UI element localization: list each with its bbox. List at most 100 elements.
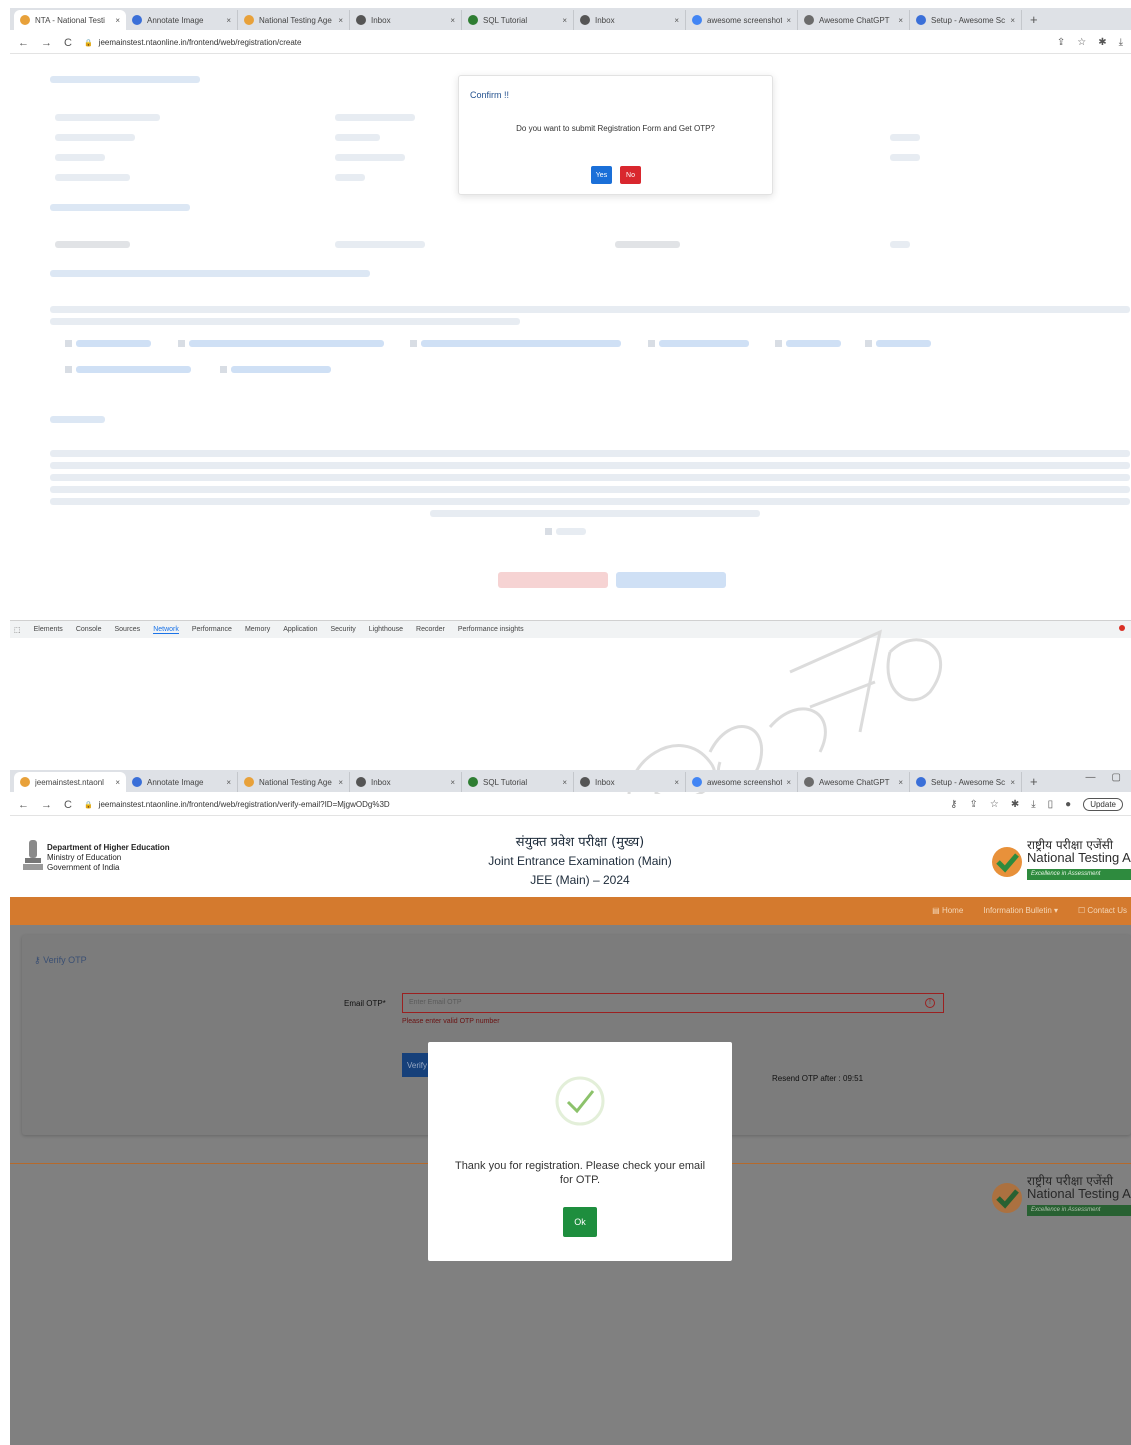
- tab-close-icon[interactable]: ×: [786, 16, 791, 25]
- browser-tab[interactable]: National Testing Age ×: [238, 772, 350, 792]
- browser-tab[interactable]: awesome screenshot ×: [686, 772, 798, 792]
- tab-title: Annotate Image: [147, 777, 204, 787]
- tab-close-icon[interactable]: ×: [1010, 16, 1015, 25]
- browser-tab[interactable]: Awesome ChatGPT ×: [798, 10, 910, 30]
- tab-close-icon[interactable]: ×: [338, 778, 343, 787]
- tab-close-icon[interactable]: ×: [674, 16, 679, 25]
- nav-contact-us[interactable]: ☐ Contact Us: [1078, 906, 1127, 915]
- browser-tab[interactable]: Inbox ×: [574, 772, 686, 792]
- tab-close-icon[interactable]: ×: [450, 16, 455, 25]
- devtools-tab[interactable]: Console: [76, 626, 102, 634]
- download-icon[interactable]: ⤓: [1119, 37, 1123, 48]
- home-icon: ▤: [932, 906, 940, 915]
- tab-title: SQL Tutorial: [483, 777, 528, 787]
- tab-close-icon[interactable]: ×: [1010, 778, 1015, 787]
- browser-tab[interactable]: Setup - Awesome Sc ×: [910, 772, 1022, 792]
- extensions-icon[interactable]: ✱: [1011, 799, 1019, 810]
- url-field[interactable]: 🔒 jeemainstest.ntaonline.in/frontend/web…: [84, 38, 1057, 47]
- minimize-icon[interactable]: —: [1086, 772, 1096, 783]
- key-icon[interactable]: ⚷: [950, 799, 957, 810]
- email-otp-label: Email OTP*: [344, 999, 386, 1008]
- browser-tab[interactable]: Setup - Awesome Sc ×: [910, 10, 1022, 30]
- devtools-inspect-icon[interactable]: ⬚: [14, 626, 21, 634]
- download-icon[interactable]: ⤓: [1031, 799, 1035, 810]
- browser-tab[interactable]: NTA - National Testi ×: [14, 10, 126, 30]
- extensions-icon[interactable]: ✱: [1098, 37, 1106, 48]
- browser-tab[interactable]: awesome screenshot ×: [686, 10, 798, 30]
- back-icon[interactable]: ←: [18, 799, 29, 811]
- share-icon[interactable]: ⇪: [969, 799, 977, 810]
- tab-close-icon[interactable]: ×: [338, 16, 343, 25]
- devtools-tab[interactable]: Lighthouse: [369, 626, 403, 634]
- reload-icon[interactable]: C: [64, 37, 72, 49]
- nav-information-bulletin[interactable]: Information Bulletin ▾: [983, 906, 1058, 915]
- devtools-tab-bar: ⬚ Elements Console Sources Network Performan…: [10, 620, 1131, 638]
- browser-tab[interactable]: Annotate Image ×: [126, 772, 238, 792]
- lock-icon[interactable]: 🔒: [84, 801, 93, 809]
- forward-icon[interactable]: →: [41, 799, 52, 811]
- yes-button[interactable]: Yes: [591, 166, 612, 184]
- devtools-tab[interactable]: Sources: [115, 626, 141, 634]
- back-icon[interactable]: ←: [18, 37, 29, 49]
- devtools-tab[interactable]: Performance insights: [458, 626, 524, 634]
- nav-bulletin-label: Information Bulletin: [983, 906, 1052, 915]
- tab-favicon-icon: [580, 15, 590, 25]
- tab-favicon-icon: [20, 15, 30, 25]
- tab-close-icon[interactable]: ×: [674, 778, 679, 787]
- dept-line2: Ministry of Education: [47, 853, 122, 862]
- tab-close-icon[interactable]: ×: [450, 778, 455, 787]
- new-tab-icon[interactable]: +: [1022, 772, 1046, 792]
- devtools-tab[interactable]: Network: [153, 626, 179, 634]
- tab-close-icon[interactable]: ×: [115, 16, 120, 25]
- devtools-tab[interactable]: Recorder: [416, 626, 445, 634]
- devtools-tab[interactable]: Performance: [192, 626, 232, 634]
- tab-favicon-icon: [244, 15, 254, 25]
- sidepanel-icon[interactable]: ▯: [1048, 799, 1054, 810]
- forward-icon[interactable]: →: [41, 37, 52, 49]
- profile-icon[interactable]: ●: [1065, 799, 1071, 810]
- no-button[interactable]: No: [620, 166, 641, 184]
- screenshot-registration-confirm: NTA - National Testi × Annotate Image × Nati…: [0, 0, 1131, 640]
- bookmark-star-icon[interactable]: ☆: [990, 799, 999, 810]
- error-indicator-icon[interactable]: [1119, 625, 1125, 631]
- browser-tab[interactable]: Annotate Image ×: [126, 10, 238, 30]
- tab-close-icon[interactable]: ×: [898, 778, 903, 787]
- browser-tab[interactable]: National Testing Age ×: [238, 10, 350, 30]
- tab-close-icon[interactable]: ×: [898, 16, 903, 25]
- bookmark-star-icon[interactable]: ☆: [1077, 37, 1086, 48]
- browser-tab[interactable]: jeemainstest.ntaonl ×: [14, 772, 126, 792]
- browser-tab[interactable]: Inbox ×: [350, 772, 462, 792]
- tab-close-icon[interactable]: ×: [226, 16, 231, 25]
- url-field[interactable]: 🔒 jeemainstest.ntaonline.in/frontend/web…: [84, 800, 950, 809]
- tab-favicon-icon: [244, 777, 254, 787]
- devtools-tab[interactable]: Security: [330, 626, 355, 634]
- reload-icon[interactable]: C: [64, 799, 72, 811]
- maximize-icon[interactable]: ▢: [1112, 772, 1121, 783]
- confirm-message: Do you want to submit Registration Form …: [516, 124, 715, 133]
- devtools-tab[interactable]: Memory: [245, 626, 270, 634]
- update-button[interactable]: Update: [1083, 798, 1123, 811]
- devtools-tab[interactable]: Elements: [34, 626, 63, 634]
- tab-list: NTA - National Testi × Annotate Image × Nati…: [14, 10, 1022, 30]
- tab-close-icon[interactable]: ×: [226, 778, 231, 787]
- ok-button[interactable]: Ok: [563, 1207, 597, 1237]
- lock-icon[interactable]: 🔒: [84, 39, 93, 47]
- email-otp-input[interactable]: Enter Email OTP !: [402, 993, 944, 1013]
- nta-logo: राष्ट्रीय परीक्षा एजेंसी National Testin…: [991, 836, 1131, 888]
- nav-home[interactable]: ▤ Home: [932, 906, 963, 915]
- tab-close-icon[interactable]: ×: [786, 778, 791, 787]
- tab-title: Awesome ChatGPT: [819, 777, 890, 787]
- browser-tab[interactable]: Inbox ×: [574, 10, 686, 30]
- tab-close-icon[interactable]: ×: [562, 778, 567, 787]
- email-otp-placeholder: Enter Email OTP: [409, 999, 462, 1006]
- browser-tab[interactable]: Awesome ChatGPT ×: [798, 772, 910, 792]
- screenshot-verify-otp: jeemainstest.ntaonl × Annotate Image × Natio…: [0, 765, 1131, 1445]
- tab-close-icon[interactable]: ×: [115, 778, 120, 787]
- browser-tab[interactable]: SQL Tutorial ×: [462, 10, 574, 30]
- new-tab-icon[interactable]: +: [1022, 10, 1046, 30]
- share-icon[interactable]: ⇪: [1057, 37, 1065, 48]
- devtools-tab[interactable]: Application: [283, 626, 317, 634]
- tab-close-icon[interactable]: ×: [562, 16, 567, 25]
- browser-tab[interactable]: Inbox ×: [350, 10, 462, 30]
- browser-tab[interactable]: SQL Tutorial ×: [462, 772, 574, 792]
